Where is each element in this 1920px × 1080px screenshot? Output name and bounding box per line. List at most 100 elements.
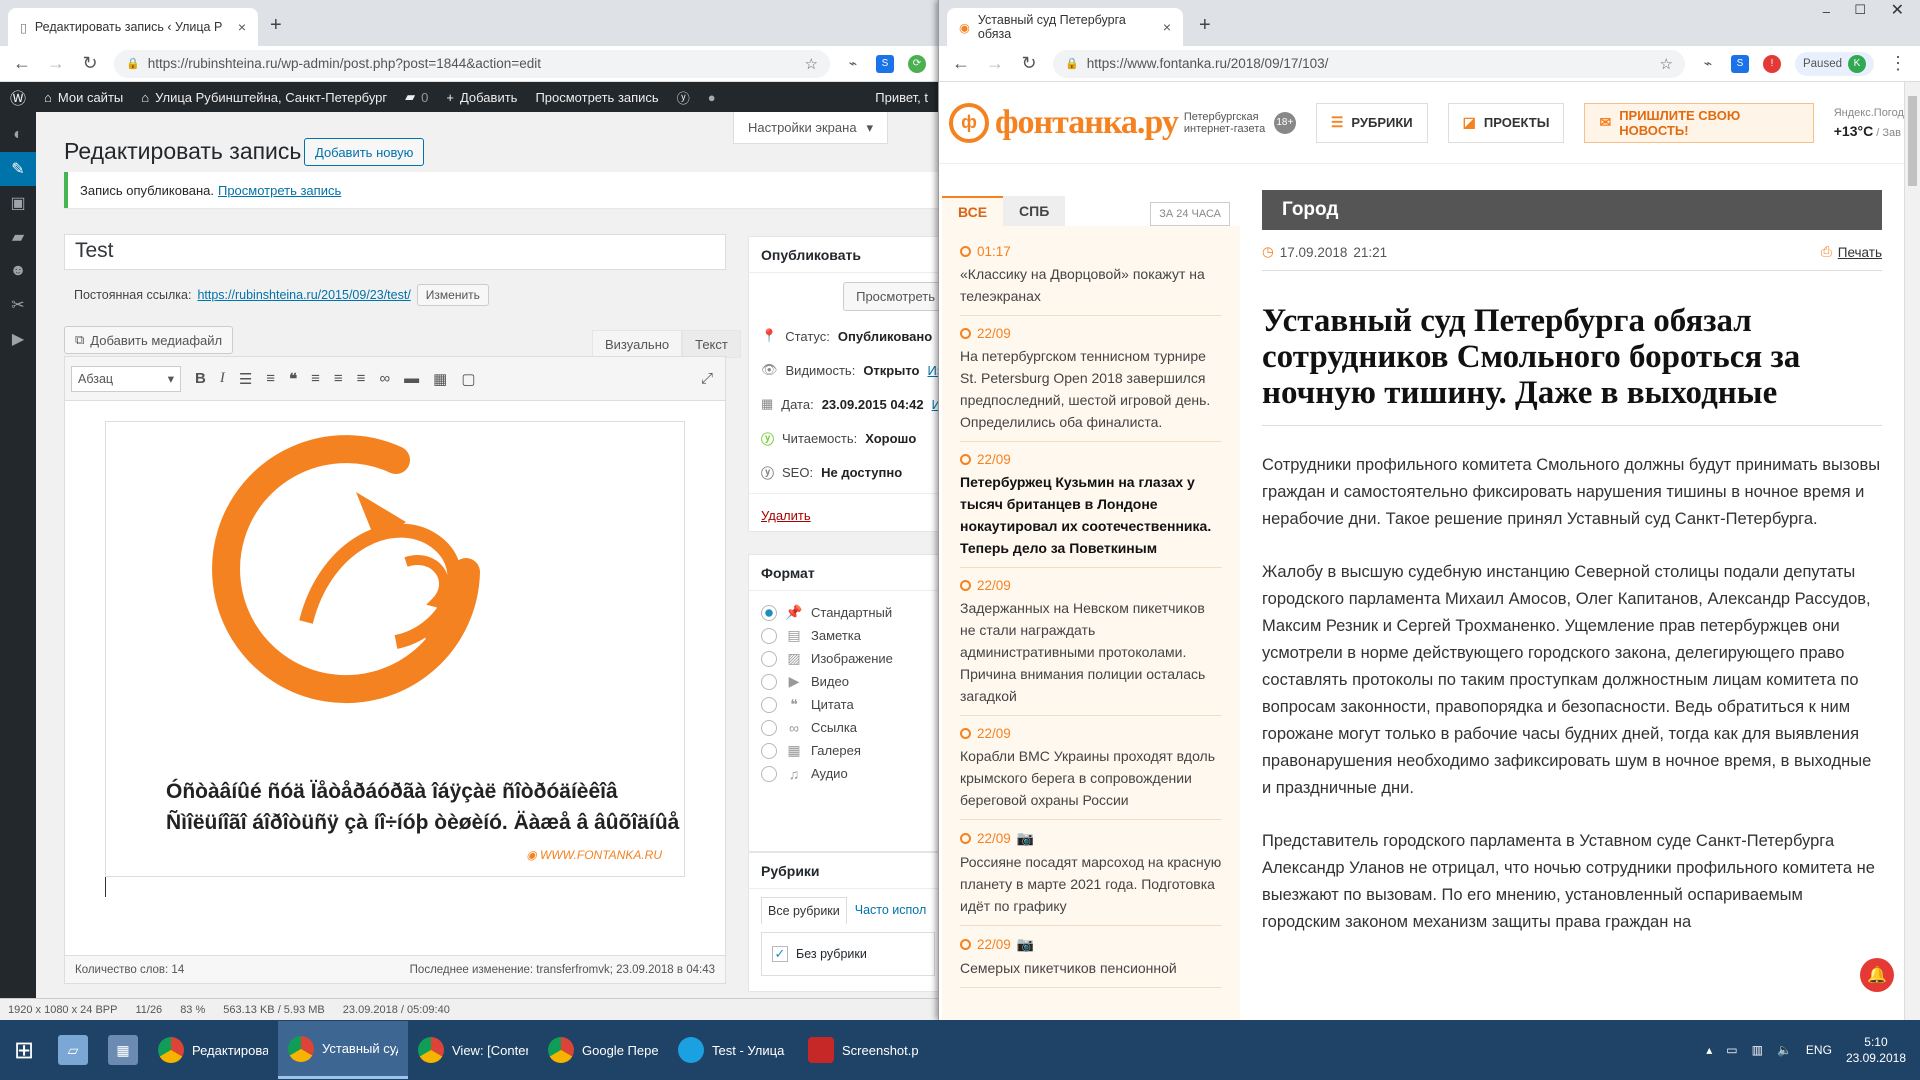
radio-button[interactable] <box>761 765 777 782</box>
bookmark-star-icon[interactable]: ☆ <box>805 55 818 73</box>
back-icon[interactable]: ← <box>951 53 971 74</box>
news-headline[interactable]: Петербуржец Кузьмин на глазах у тысяч бр… <box>960 471 1222 559</box>
taskbar-item[interactable]: Уставный суд Пе... <box>278 1021 408 1079</box>
fontanka-logo[interactable]: ф фонтанка.ру Петербургская интернет-газ… <box>949 102 1296 143</box>
add-new-link[interactable]: + Добавить <box>446 90 517 105</box>
collapse-icon[interactable]: ▶ <box>0 322 36 356</box>
news-headline[interactable]: Россияне посадят марсоход на красную пла… <box>960 851 1222 917</box>
news-item[interactable]: 22/09 Петербуржец Кузьмин на глазах у тыс… <box>960 442 1222 568</box>
add-media-button[interactable]: ⧉ Добавить медиафайл <box>64 326 234 354</box>
radio-button[interactable] <box>761 742 777 759</box>
more-tag-icon[interactable]: ▬ <box>404 370 419 387</box>
radio-button[interactable] <box>761 673 777 690</box>
posts-icon[interactable]: ✎ <box>0 152 36 186</box>
scrollbar-thumb[interactable] <box>1908 96 1917 186</box>
align-left-icon[interactable]: ≡ <box>311 370 320 387</box>
radio-button[interactable] <box>761 696 777 713</box>
network-icon[interactable]: ▥ <box>1752 1043 1763 1057</box>
new-tab-icon[interactable]: + <box>1199 14 1211 37</box>
taskbar-item[interactable]: Редактировать за... <box>148 1021 278 1079</box>
print-link[interactable]: ⎙ Печать <box>1821 244 1882 260</box>
my-sites-link[interactable]: ⌂ Мои сайты <box>44 90 123 105</box>
permalink-edit-button[interactable]: Изменить <box>416 284 489 306</box>
notification-bell-icon[interactable]: 🔔 <box>1860 958 1894 992</box>
forward-icon[interactable]: → <box>46 53 66 74</box>
preview-button[interactable]: Просмотреть <box>843 281 938 311</box>
screen-options-button[interactable]: Настройки экрана ▾ <box>733 112 889 144</box>
taskbar-item[interactable]: View: [Content Ca... <box>408 1021 538 1079</box>
address-bar[interactable]: 🔒 https://rubinshteina.ru/wp-admin/post.… <box>114 49 830 78</box>
tab-wp-edit[interactable]: ▯ Редактировать запись ‹ Улица Р × <box>8 8 258 46</box>
taskbar-item[interactable]: Screenshot.png - ... <box>798 1021 928 1079</box>
taskbar-pinned-app[interactable]: ▱ <box>48 1021 98 1079</box>
extension-icon[interactable]: ! <box>1762 54 1781 73</box>
tab-24h-news[interactable]: ЗА 24 ЧАСА <box>1150 202 1230 226</box>
add-new-button[interactable]: Добавить новую <box>304 138 425 166</box>
align-right-icon[interactable]: ≡ <box>357 370 366 387</box>
radio-button[interactable] <box>761 627 777 644</box>
edit-visibility-link[interactable]: Изм <box>927 363 938 378</box>
weather-widget[interactable]: Яндекс.Погода +13°C / Зав <box>1834 104 1910 142</box>
tools-icon[interactable]: ✂ <box>0 288 36 322</box>
news-headline[interactable]: Корабли ВМС Украины проходят вдоль крымс… <box>960 745 1222 811</box>
bullet-list-icon[interactable]: ☰ <box>239 370 252 388</box>
delete-link[interactable]: Удалить <box>761 508 811 523</box>
format-option[interactable]: ∞ Ссылка <box>749 716 938 739</box>
tab-spb-news[interactable]: СПБ <box>1003 196 1066 226</box>
extension-icon[interactable]: S <box>1730 54 1749 73</box>
toolbar-toggle-icon[interactable]: ▦ <box>433 370 447 388</box>
projects-button[interactable]: ◪ ПРОЕКТЫ <box>1447 102 1565 143</box>
show-hidden-icon[interactable]: ▴ <box>1706 1043 1712 1057</box>
format-option[interactable]: 📌 Стандартный <box>749 601 938 624</box>
comments-link[interactable]: ▰ 0 <box>405 89 428 105</box>
radio-button[interactable] <box>761 719 777 736</box>
format-option[interactable]: ▦ Галерея <box>749 739 938 762</box>
post-title-input[interactable]: Test <box>64 234 726 270</box>
reload-icon[interactable]: ↻ <box>80 53 100 74</box>
tab-all-categories[interactable]: Все рубрики <box>761 897 847 924</box>
media-icon[interactable]: ▣ <box>0 186 36 220</box>
format-option[interactable]: ▤ Заметка <box>749 624 938 647</box>
taskbar-pinned-app[interactable]: ▦ <box>98 1021 148 1079</box>
news-item[interactable]: 22/09 📷 Россияне посадят марсоход на красн… <box>960 820 1222 926</box>
numbered-list-icon[interactable]: ≡ <box>266 370 275 387</box>
yoast-icon[interactable]: ⓨ <box>677 88 690 107</box>
format-option[interactable]: ▨ Изображение <box>749 647 938 670</box>
rubric-header[interactable]: Город <box>1262 190 1882 230</box>
news-headline[interactable]: «Классику на Дворцовой» покажут на телеэ… <box>960 263 1222 307</box>
news-headline[interactable]: Семерых пикетчиков пенсионной <box>960 957 1222 979</box>
news-headline[interactable]: На петербургском теннисном турнире St. P… <box>960 345 1222 433</box>
back-icon[interactable]: ← <box>12 53 32 74</box>
news-item[interactable]: 22/09 Задержанных на Невском пикетчиков н… <box>960 568 1222 716</box>
news-item[interactable]: 22/09 📷 Семерых пикетчиков пенсионной <box>960 926 1222 988</box>
news-headline[interactable]: Задержанных на Невском пикетчиков не ста… <box>960 597 1222 707</box>
extension-icon[interactable]: S <box>876 54 894 73</box>
profile-paused-button[interactable]: Paused K <box>1794 51 1874 76</box>
menu-dots-icon[interactable]: ⋮ <box>1888 53 1908 74</box>
language-indicator[interactable]: ENG <box>1806 1043 1832 1057</box>
minimize-icon[interactable]: – <box>1823 4 1830 19</box>
link-icon[interactable]: ∞ <box>379 370 390 387</box>
category-checkbox[interactable]: ✓ <box>772 946 788 962</box>
view-post-link[interactable]: Просмотреть запись <box>218 183 341 198</box>
new-tab-icon[interactable]: + <box>270 14 282 37</box>
tab-all-news[interactable]: ВСЕ <box>942 196 1004 226</box>
bookmark-star-icon[interactable]: ☆ <box>1660 55 1673 73</box>
embedded-image[interactable]: Óñòàâíûé ñóä Ïåòåðáóðãà îáÿçàë ñîòðóäíèê… <box>105 421 685 877</box>
align-center-icon[interactable]: ≡ <box>334 370 343 387</box>
news-item[interactable]: 22/09 На петербургском теннисном турнире … <box>960 316 1222 442</box>
extension-icon[interactable]: ⌁ <box>844 54 862 73</box>
taskbar-item[interactable]: Google Переводч... <box>538 1021 668 1079</box>
extension-icon[interactable]: ⌁ <box>1698 54 1717 73</box>
radio-button[interactable] <box>761 604 777 621</box>
greeting[interactable]: Привет, t <box>875 90 928 105</box>
reload-icon[interactable]: ↻ <box>1019 53 1039 74</box>
maximize-icon[interactable]: ☐ <box>1854 2 1866 18</box>
comments-icon[interactable]: ▰ <box>0 220 36 254</box>
close-icon[interactable]: × <box>1163 19 1171 35</box>
tab-fontanka[interactable]: ◉ Уставный суд Петербурга обяза × <box>947 8 1183 46</box>
tab-visual[interactable]: Визуально <box>592 330 683 358</box>
tab-text[interactable]: Текст <box>682 330 741 358</box>
format-option[interactable]: ♫ Аудио <box>749 762 938 785</box>
news-item[interactable]: 22/09 Корабли ВМС Украины проходят вдоль … <box>960 716 1222 820</box>
